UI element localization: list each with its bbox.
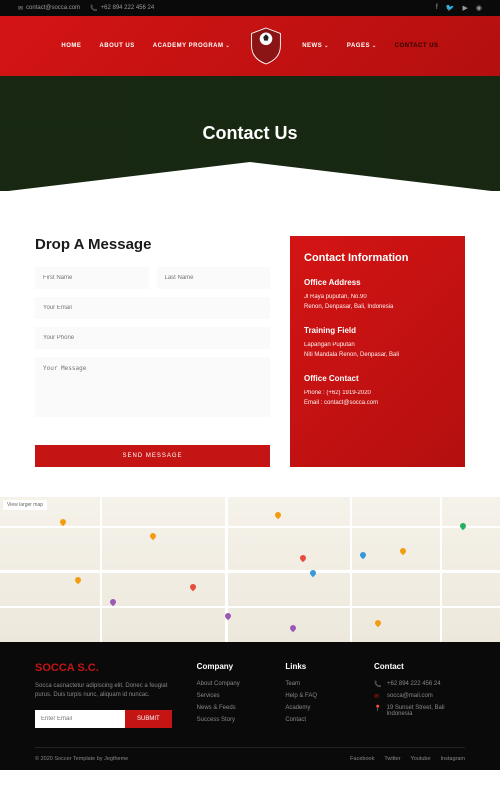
map-pin-icon[interactable] bbox=[74, 576, 82, 584]
footer-link[interactable]: Contact bbox=[285, 717, 349, 723]
map-pin-icon[interactable] bbox=[399, 547, 407, 555]
twitter-icon[interactable]: 🐦 bbox=[446, 4, 455, 12]
footer-address: 19 Sunset Street, Bali Indonesia bbox=[387, 705, 465, 717]
form-heading: Drop A Message bbox=[35, 236, 270, 253]
contact-info-box: Contact Information Office Address Jl Ra… bbox=[290, 236, 465, 467]
instagram-icon[interactable]: ◉ bbox=[476, 4, 482, 12]
chevron-down-icon: ⌄ bbox=[372, 43, 377, 49]
footer-brand: SOCCA S.C. bbox=[35, 662, 172, 674]
nav-contact[interactable]: CONTACT US bbox=[395, 43, 439, 49]
topbar: ✉ contact@socca.com 📞 +62 894 222 456 24… bbox=[0, 0, 500, 16]
message-input[interactable] bbox=[35, 357, 270, 417]
footer-phone: +62 894 222 456 24 bbox=[387, 681, 441, 687]
footer-email: socca@mail.com bbox=[387, 693, 433, 699]
footer-link[interactable]: Success Story bbox=[197, 717, 261, 723]
nav-news[interactable]: NEWS ⌄ bbox=[302, 43, 329, 49]
map-pin-icon[interactable] bbox=[109, 597, 117, 605]
footer-link[interactable]: Team bbox=[285, 681, 349, 687]
content: Drop A Message SEND MESSAGE Contact Info… bbox=[0, 191, 500, 497]
topbar-email[interactable]: ✉ contact@socca.com bbox=[18, 4, 80, 12]
nav-home[interactable]: HOME bbox=[61, 43, 81, 49]
email-input[interactable] bbox=[35, 297, 270, 319]
contact-form: Drop A Message SEND MESSAGE bbox=[35, 236, 270, 467]
newsletter-submit[interactable]: SUBMIT bbox=[125, 710, 172, 728]
topbar-phone[interactable]: 📞 +62 894 222 456 24 bbox=[90, 4, 154, 12]
footer-company-title: Company bbox=[197, 662, 261, 671]
footer-link[interactable]: Services bbox=[197, 693, 261, 699]
pin-icon: 📍 bbox=[374, 705, 381, 712]
footer: SOCCA S.C. Socca casnactetur adipiscing … bbox=[0, 642, 500, 770]
facebook-icon[interactable]: f bbox=[436, 4, 438, 12]
nav-academy[interactable]: ACADEMY PROGRAM ⌄ bbox=[153, 43, 230, 49]
social-facebook[interactable]: Facebook bbox=[350, 756, 374, 762]
map[interactable]: View larger map bbox=[0, 497, 500, 642]
chevron-down-icon: ⌄ bbox=[226, 43, 231, 49]
map-pin-icon[interactable] bbox=[374, 619, 382, 627]
map-pin-icon[interactable] bbox=[359, 551, 367, 559]
office-contact-text: Phone : (+62) 1919-2020Email : contact@s… bbox=[304, 389, 451, 408]
nav-pages[interactable]: PAGES ⌄ bbox=[347, 43, 377, 49]
footer-contact-title: Contact bbox=[374, 662, 465, 671]
map-pin-icon[interactable] bbox=[59, 518, 67, 526]
map-pin-icon[interactable] bbox=[299, 554, 307, 562]
footer-link[interactable]: Help & FAQ bbox=[285, 693, 349, 699]
social-twitter[interactable]: Twitter bbox=[384, 756, 400, 762]
footer-desc: Socca casnactetur adipiscing elit. Donec… bbox=[35, 682, 172, 700]
nav-about[interactable]: ABOUT US bbox=[99, 43, 134, 49]
first-name-input[interactable] bbox=[35, 267, 149, 289]
navbar: HOME ABOUT US ACADEMY PROGRAM ⌄ NEWS ⌄ P… bbox=[0, 16, 500, 76]
page-title: Contact Us bbox=[202, 123, 297, 144]
phone-input[interactable] bbox=[35, 327, 270, 349]
training-field-title: Training Field bbox=[304, 326, 451, 335]
logo[interactable] bbox=[248, 26, 284, 66]
social-youtube[interactable]: Youtube bbox=[411, 756, 431, 762]
footer-link[interactable]: Academy bbox=[285, 705, 349, 711]
office-address-text: Jl Raya puputan, No.90Renon, Denpasar, B… bbox=[304, 293, 451, 312]
footer-link[interactable]: News & Feeds bbox=[197, 705, 261, 711]
copyright: © 2020 Soccer Template by Jegtheme bbox=[35, 756, 128, 762]
office-address-title: Office Address bbox=[304, 278, 451, 287]
footer-link[interactable]: About Company bbox=[197, 681, 261, 687]
hero: Contact Us bbox=[0, 76, 500, 191]
newsletter-input[interactable] bbox=[35, 710, 125, 728]
office-contact-title: Office Contact bbox=[304, 374, 451, 383]
chevron-down-icon: ⌄ bbox=[324, 43, 329, 49]
youtube-icon[interactable]: ▶ bbox=[463, 4, 468, 12]
training-field-text: Lapangan PuputanNiti Mandala Renon, Denp… bbox=[304, 341, 451, 360]
view-larger-map[interactable]: View larger map bbox=[3, 500, 47, 510]
map-pin-icon[interactable] bbox=[459, 522, 467, 530]
send-button[interactable]: SEND MESSAGE bbox=[35, 445, 270, 467]
phone-icon: 📞 bbox=[374, 681, 382, 688]
map-pin-icon[interactable] bbox=[189, 583, 197, 591]
social-instagram[interactable]: Instagram bbox=[441, 756, 465, 762]
mail-icon: ✉ bbox=[374, 693, 382, 700]
last-name-input[interactable] bbox=[157, 267, 271, 289]
map-pin-icon[interactable] bbox=[289, 623, 297, 631]
map-pin-icon[interactable] bbox=[149, 532, 157, 540]
info-heading: Contact Information bbox=[304, 252, 451, 264]
map-pin-icon[interactable] bbox=[274, 510, 282, 518]
footer-links-title: Links bbox=[285, 662, 349, 671]
